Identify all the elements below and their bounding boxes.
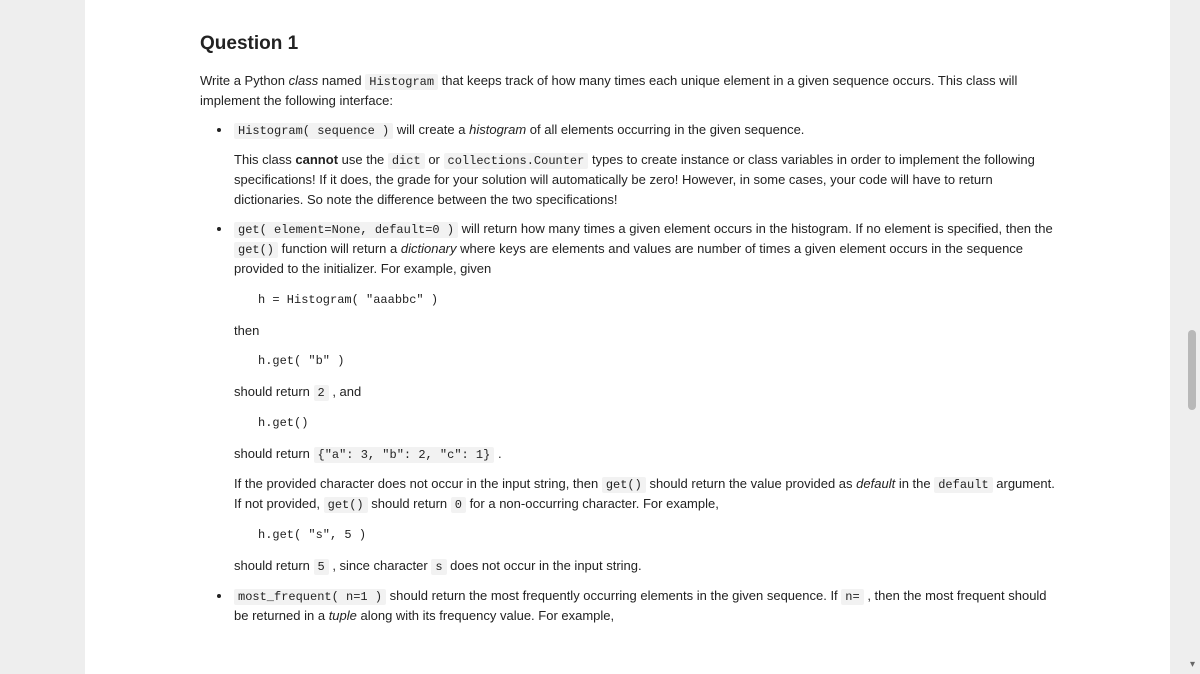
interface-list: Histogram( sequence ) will create a hist…: [200, 120, 1055, 626]
code-example-3: h.get(): [234, 412, 1055, 434]
text: should return: [368, 496, 451, 511]
text: , since character: [329, 558, 432, 573]
text: in the: [895, 476, 934, 491]
code-dict-literal: {"a": 3, "b": 2, "c": 1}: [314, 447, 495, 463]
text: of all elements occurring in the given s…: [526, 122, 804, 137]
bullet-get: get( element=None, default=0 ) will retu…: [232, 219, 1055, 576]
code-2: 2: [314, 385, 329, 401]
text: does not occur in the input string.: [447, 558, 642, 573]
code-example-4: h.get( "s", 5 ): [234, 524, 1055, 546]
text: use the: [338, 152, 388, 167]
line: get( element=None, default=0 ) will retu…: [234, 219, 1055, 279]
text: If the provided character does not occur…: [234, 476, 602, 491]
text: should return: [234, 558, 314, 573]
scroll-down-arrow-icon[interactable]: ▾: [1190, 657, 1195, 672]
text: named: [318, 73, 365, 88]
code-zero: 0: [451, 497, 466, 513]
code-5: 5: [314, 559, 329, 575]
text: will return how many times a given eleme…: [458, 221, 1053, 236]
document-inner: Question 1 Write a Python class named Hi…: [85, 30, 1170, 626]
code-get: get(): [602, 477, 646, 493]
class-italic: class: [289, 73, 319, 88]
text: along with its frequency value. For exam…: [357, 608, 614, 623]
text: .: [494, 446, 501, 461]
document-body: Question 1 Write a Python class named Hi…: [85, 0, 1170, 674]
tuple-italic: tuple: [329, 608, 357, 623]
text: This class: [234, 152, 295, 167]
code-n: n=: [841, 589, 863, 605]
text: Write a Python: [200, 73, 289, 88]
bullet-most-frequent: most_frequent( n=1 ) should return the m…: [232, 586, 1055, 626]
code-get: get(): [324, 497, 368, 513]
code-example-2: h.get( "b" ): [234, 350, 1055, 372]
code-most-frequent-sig: most_frequent( n=1 ): [234, 589, 386, 605]
text: should return: [234, 446, 314, 461]
cannot-bold: cannot: [295, 152, 338, 167]
text: should return the value provided as: [646, 476, 856, 491]
default-paragraph: If the provided character does not occur…: [234, 474, 1055, 514]
question-title: Question 1: [200, 30, 1055, 59]
line: Histogram( sequence ) will create a hist…: [234, 120, 1055, 140]
code-get-sig: get( element=None, default=0 ): [234, 222, 458, 238]
return-line-1: should return 2 , and: [234, 382, 1055, 402]
text: function will return a: [278, 241, 401, 256]
code-default-arg: default: [934, 477, 992, 493]
text: for a non-occurring character. For examp…: [466, 496, 719, 511]
scrollbar-thumb[interactable]: [1188, 330, 1196, 410]
default-italic: default: [856, 476, 895, 491]
text: will create a: [393, 122, 469, 137]
bullet-constructor: Histogram( sequence ) will create a hist…: [232, 120, 1055, 209]
text: should return the most frequently occurr…: [386, 588, 841, 603]
text: , and: [329, 384, 362, 399]
code-s: s: [431, 559, 446, 575]
text-then: then: [234, 321, 1055, 341]
histogram-italic: histogram: [469, 122, 526, 137]
code-example-1: h = Histogram( "aaabbc" ): [234, 289, 1055, 311]
line: most_frequent( n=1 ) should return the m…: [234, 586, 1055, 626]
code-dict: dict: [388, 153, 425, 169]
intro-paragraph: Write a Python class named Histogram tha…: [200, 71, 1055, 111]
code-counter: collections.Counter: [444, 153, 589, 169]
text: should return: [234, 384, 314, 399]
text: or: [425, 152, 444, 167]
restriction-paragraph: This class cannot use the dict or collec…: [234, 150, 1055, 209]
return-line-2: should return {"a": 3, "b": 2, "c": 1} .: [234, 444, 1055, 464]
page-container: Question 1 Write a Python class named Hi…: [0, 0, 1200, 674]
code-histogram: Histogram: [365, 74, 438, 90]
code-constructor-sig: Histogram( sequence ): [234, 123, 393, 139]
return-line-3: should return 5 , since character s does…: [234, 556, 1055, 576]
scrollbar-track[interactable]: ▾: [1184, 0, 1198, 674]
dictionary-italic: dictionary: [401, 241, 457, 256]
code-get: get(): [234, 242, 278, 258]
